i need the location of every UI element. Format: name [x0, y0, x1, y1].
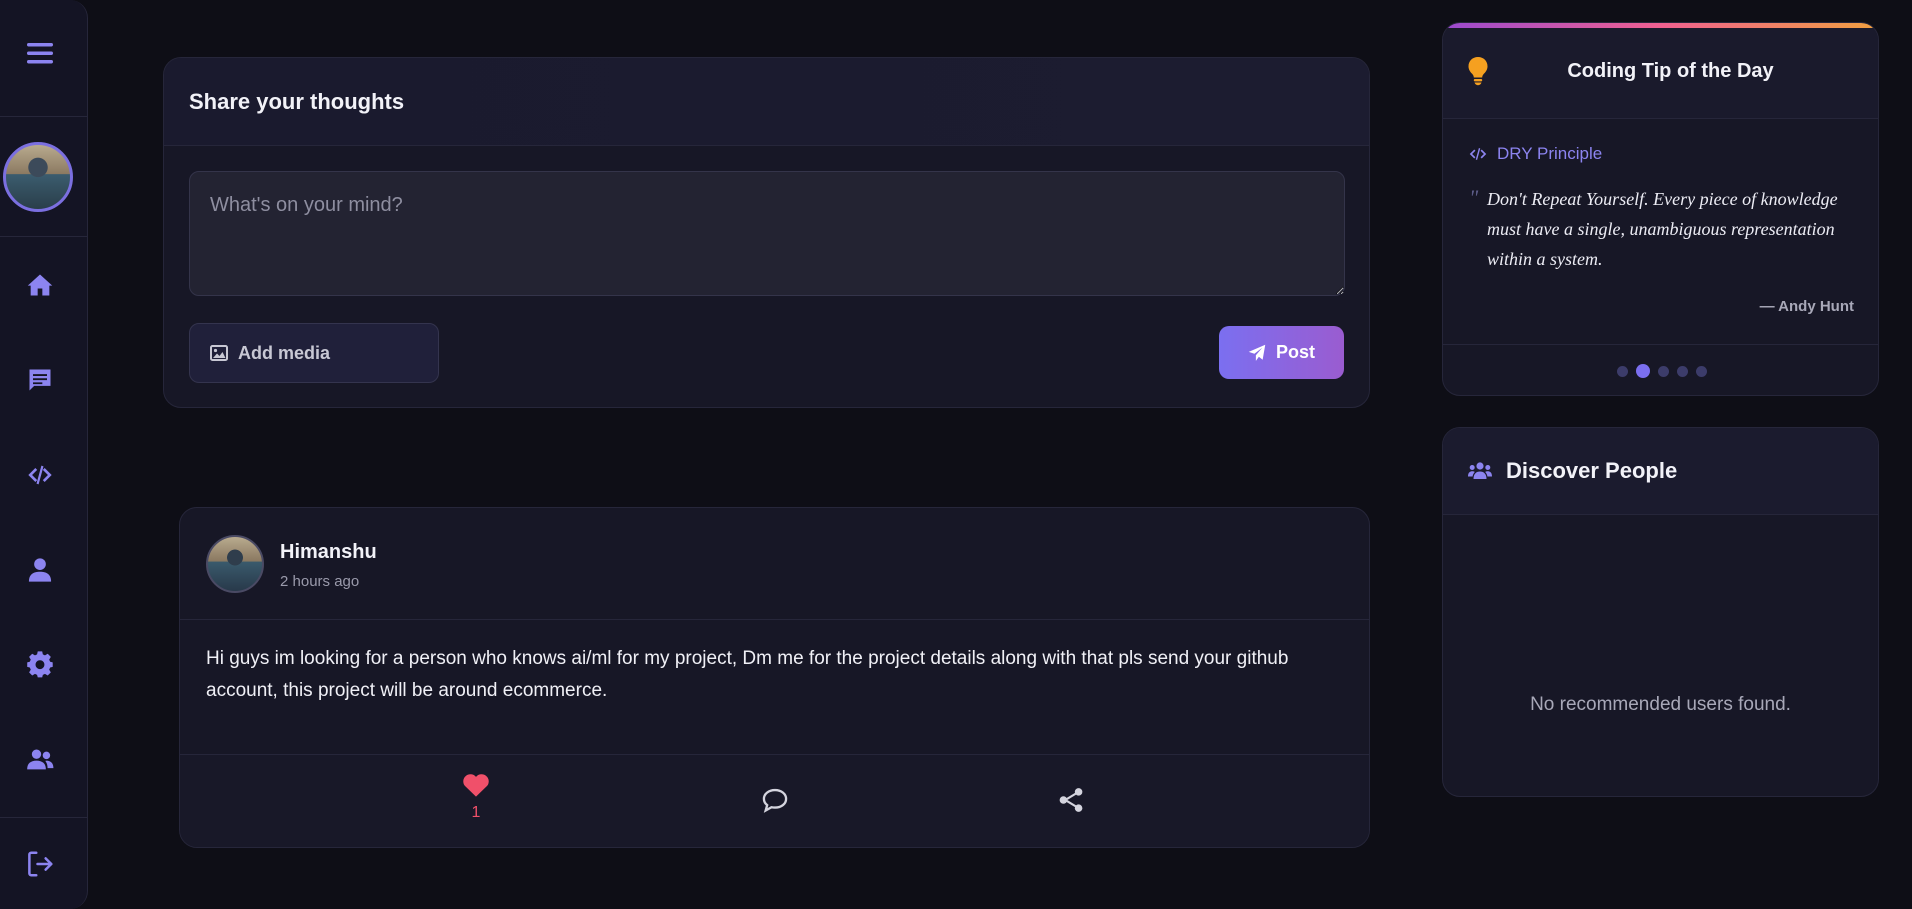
tip-topic-label: DRY Principle [1497, 144, 1603, 163]
share-icon [1059, 788, 1083, 812]
logout-button[interactable] [0, 817, 88, 909]
like-count: 1 [471, 804, 481, 821]
post-timestamp: 2 hours ago [280, 573, 360, 590]
tip-dot-5[interactable] [1695, 365, 1707, 377]
user-avatar[interactable] [2, 141, 73, 212]
tip-header: Coding Tip of the Day [1443, 28, 1878, 119]
code-icon [28, 465, 52, 484]
discover-header: Discover People [1443, 428, 1878, 515]
post-card: Himanshu 2 hours ago Hi guys im looking … [179, 507, 1370, 848]
sidebar-avatar-section [0, 117, 87, 237]
tip-dot-4[interactable] [1676, 365, 1688, 377]
send-icon [1248, 344, 1266, 361]
post-header: Himanshu 2 hours ago [180, 508, 1369, 620]
post-content: Hi guys im looking for a person who know… [206, 648, 1289, 701]
post-author-name[interactable]: Himanshu [280, 541, 377, 564]
post-author-avatar[interactable] [206, 535, 264, 593]
user-icon [28, 557, 52, 582]
image-icon [210, 345, 228, 361]
composer-title: Share your thoughts [164, 58, 1369, 146]
tip-topic: DRY Principle [1469, 144, 1602, 164]
coding-tip-card: Coding Tip of the Day DRY Principle " Do… [1442, 22, 1879, 396]
tip-quote: Don't Repeat Yourself. Every piece of kn… [1487, 189, 1838, 269]
heart-icon [463, 774, 489, 797]
home-icon [27, 274, 53, 295]
logout-icon [28, 851, 53, 876]
sidebar-item-code[interactable] [0, 427, 88, 522]
tip-dot-3[interactable] [1657, 365, 1669, 377]
post-button-label: Post [1275, 342, 1315, 362]
sidebar-item-profile[interactable] [0, 522, 88, 617]
tip-title: Coding Tip of the Day [1567, 60, 1774, 82]
like-button[interactable]: 1 [462, 772, 490, 822]
quote-icon: " [1469, 185, 1479, 210]
tip-dot-1[interactable] [1616, 365, 1628, 377]
add-media-label: Add media [238, 342, 331, 363]
code-icon [1469, 148, 1487, 160]
sidebar [0, 0, 88, 909]
sidebar-nav [0, 237, 88, 807]
users-icon [1468, 462, 1492, 479]
sidebar-item-messages[interactable] [0, 332, 88, 427]
message-icon [29, 369, 51, 390]
comment-button[interactable] [761, 787, 789, 813]
users-icon [27, 749, 54, 769]
tip-dot-2[interactable] [1635, 364, 1650, 378]
discover-empty-message: No recommended users found. [1530, 694, 1791, 715]
discover-title: Discover People [1506, 458, 1678, 483]
post-composer: Share your thoughts Add media Post [163, 57, 1370, 408]
sidebar-item-settings[interactable] [0, 617, 88, 712]
hamburger-icon[interactable] [26, 41, 54, 65]
post-button[interactable]: Post [1219, 326, 1344, 379]
tip-pagination [1443, 344, 1878, 395]
gear-icon [27, 650, 53, 677]
discover-people-card: Discover People No recommended users fou… [1442, 427, 1879, 797]
post-input[interactable] [189, 171, 1345, 296]
sidebar-header [0, 0, 87, 117]
sidebar-item-home[interactable] [0, 237, 88, 332]
comment-icon [762, 788, 788, 813]
sidebar-item-people[interactable] [0, 712, 88, 807]
tip-author: — Andy Hunt [1759, 298, 1854, 315]
share-button[interactable] [1058, 787, 1084, 813]
post-actions: 1 [180, 754, 1369, 847]
add-media-button[interactable]: Add media [189, 323, 439, 383]
